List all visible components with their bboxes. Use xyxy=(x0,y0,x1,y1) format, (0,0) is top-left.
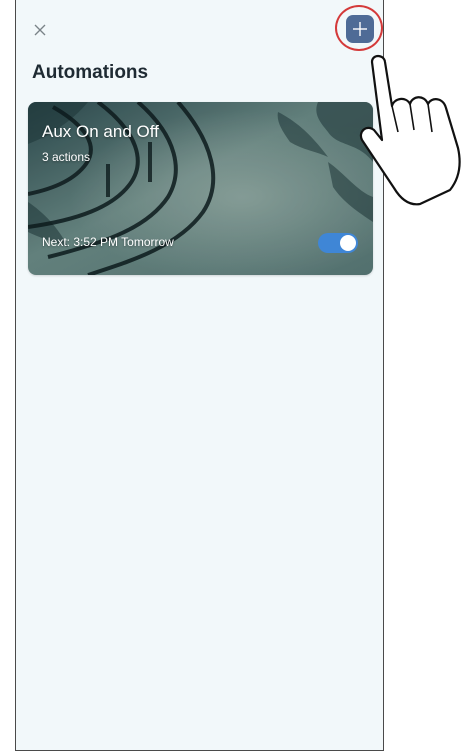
add-automation-button[interactable] xyxy=(346,15,374,43)
plus-icon xyxy=(353,22,367,36)
close-button[interactable] xyxy=(31,21,49,39)
automation-card[interactable]: Aux On and Off 3 actions Next: 3:52 PM T… xyxy=(28,102,373,275)
close-icon xyxy=(34,24,46,36)
toggle-knob xyxy=(340,235,356,251)
page-title: Automations xyxy=(32,62,149,83)
automations-screen: Automations Aux On and Off 3 actions Nex… xyxy=(15,0,384,751)
automation-next-run: Next: 3:52 PM Tomorrow xyxy=(42,235,174,249)
automation-enabled-toggle[interactable] xyxy=(318,233,358,253)
screen: Automations Aux On and Off 3 actions Nex… xyxy=(0,0,469,751)
automation-action-count: 3 actions xyxy=(42,150,91,164)
automation-name: Aux On and Off xyxy=(42,122,159,141)
